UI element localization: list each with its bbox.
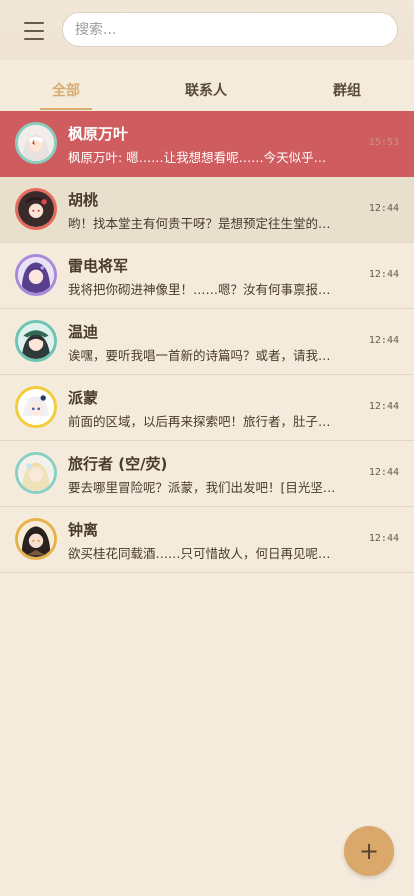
character-avatar-icon [18, 455, 54, 491]
character-avatar-icon [18, 389, 54, 425]
avatar [15, 518, 57, 560]
conversation-name: 雷电将军 [68, 257, 129, 275]
avatar [15, 122, 57, 164]
menu-icon[interactable] [24, 22, 46, 42]
character-avatar-icon [18, 257, 54, 293]
chat-app: 全部 联系人 群组 枫原万叶 枫原万叶: 嗯……让我想想看呢……今天似乎… 15… [0, 0, 414, 896]
conversation-time: 12:44 [368, 401, 399, 412]
conversation-preview: 欲买桂花同载酒……只可惜故人，何日再见呢… [68, 546, 331, 561]
conversation-preview: 前面的区域，以后再来探索吧！旅行者，肚子… [68, 414, 331, 429]
conversation-preview: 诶嘿，要听我唱一首新的诗篇吗？或者，请我… [68, 348, 331, 363]
conversation-name: 温迪 [68, 323, 99, 341]
conversation-preview: 哟！找本堂主有何贵干呀？是想预定往生堂的… [68, 216, 331, 231]
conversation-item-traveler[interactable]: 旅行者 (空/荧) 要去哪里冒险呢？派蒙，我们出发吧！[目光坚… 12:44 [0, 441, 414, 507]
avatar [15, 320, 57, 362]
conversation-list: 枫原万叶 枫原万叶: 嗯……让我想想看呢……今天似乎… 15:53 胡桃 哟！找… [0, 111, 414, 573]
conversation-item-hutao[interactable]: 胡桃 哟！找本堂主有何贵干呀？是想预定往生堂的… 12:44 [0, 177, 414, 243]
new-chat-button[interactable]: + [344, 826, 394, 876]
avatar [15, 386, 57, 428]
avatar [15, 452, 57, 494]
conversation-preview: 要去哪里冒险呢？派蒙，我们出发吧！[目光坚… [68, 480, 336, 495]
conversation-name: 钟离 [68, 521, 99, 539]
tab-bar: 全部 联系人 群组 [0, 72, 414, 110]
conversation-name: 枫原万叶 [68, 125, 129, 143]
tab-groups[interactable]: 群组 [333, 80, 361, 110]
conversation-preview: 我将把你砌进神像里！……嗯？汝有何事禀报… [68, 282, 331, 297]
conversation-item-paimon[interactable]: 派蒙 前面的区域，以后再来探索吧！旅行者，肚子… 12:44 [0, 375, 414, 441]
conversation-time: 12:44 [368, 203, 399, 214]
conversation-item-venti[interactable]: 温迪 诶嘿，要听我唱一首新的诗篇吗？或者，请我… 12:44 [0, 309, 414, 375]
conversation-time: 12:44 [368, 269, 399, 280]
conversation-time: 12:44 [368, 335, 399, 346]
conversation-preview: 枫原万叶: 嗯……让我想想看呢……今天似乎… [68, 150, 327, 165]
avatar [15, 254, 57, 296]
character-avatar-icon [18, 323, 54, 359]
conversation-time: 12:44 [368, 533, 399, 544]
character-avatar-icon [18, 191, 54, 227]
conversation-name: 旅行者 (空/荧) [68, 455, 168, 473]
avatar [15, 188, 57, 230]
conversation-name: 派蒙 [68, 389, 99, 407]
conversation-time: 12:44 [368, 467, 399, 478]
character-avatar-icon [18, 521, 54, 557]
tab-all[interactable]: 全部 [40, 80, 92, 110]
conversation-item-kazuha[interactable]: 枫原万叶 枫原万叶: 嗯……让我想想看呢……今天似乎… 15:53 [0, 111, 414, 177]
top-bar [0, 0, 414, 60]
conversation-item-zhongli[interactable]: 钟离 欲买桂花同载酒……只可惜故人，何日再见呢… 12:44 [0, 507, 414, 573]
conversation-name: 胡桃 [68, 191, 99, 209]
character-avatar-icon [18, 125, 54, 161]
conversation-item-raiden[interactable]: 雷电将军 我将把你砌进神像里！……嗯？汝有何事禀报… 12:44 [0, 243, 414, 309]
search-input[interactable] [62, 12, 398, 47]
tab-contacts[interactable]: 联系人 [185, 80, 227, 110]
conversation-time: 15:53 [368, 137, 399, 148]
